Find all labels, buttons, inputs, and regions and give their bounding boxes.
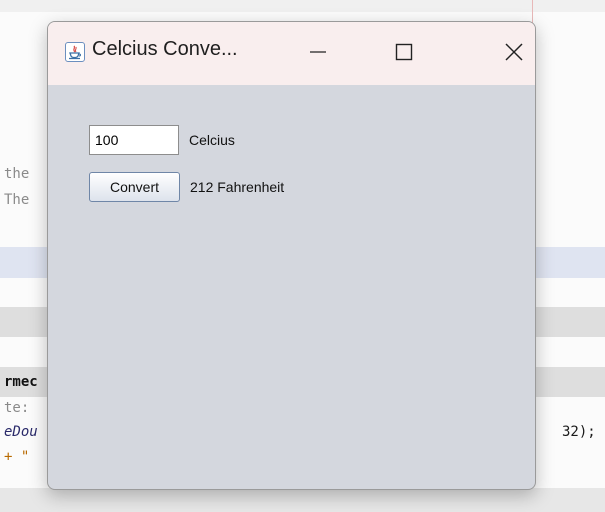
background-top-bar (0, 0, 605, 12)
background-code-line: 32); (562, 424, 596, 440)
maximize-button[interactable] (382, 32, 426, 72)
maximize-icon (395, 43, 413, 61)
minimize-icon (310, 51, 326, 53)
java-app-icon (65, 42, 85, 62)
convert-button[interactable]: Convert (89, 172, 180, 202)
background-code-line: the (4, 166, 30, 182)
background-code-line: rmec (4, 374, 38, 390)
title-bar[interactable]: Celcius Conve... (48, 22, 535, 85)
minimize-button[interactable] (296, 32, 340, 72)
background-code-line: te: (4, 400, 30, 416)
background-code-line: eDou (4, 424, 38, 440)
background-code-line: + " (4, 449, 30, 465)
celcius-input[interactable] (89, 125, 179, 155)
fahrenheit-result-label: 212 Fahrenheit (190, 179, 285, 195)
close-icon (505, 43, 523, 61)
window-title: Celcius Conve... (92, 38, 238, 60)
celcius-label: Celcius (189, 132, 235, 148)
background-bottom-shade (0, 488, 605, 512)
background-code-line: The (4, 192, 30, 208)
window-content: Celcius Convert 212 Fahrenheit (48, 85, 535, 489)
converter-window: Celcius Conve... Celcius Convert 212 Fah… (47, 21, 536, 490)
close-button[interactable] (492, 32, 535, 72)
